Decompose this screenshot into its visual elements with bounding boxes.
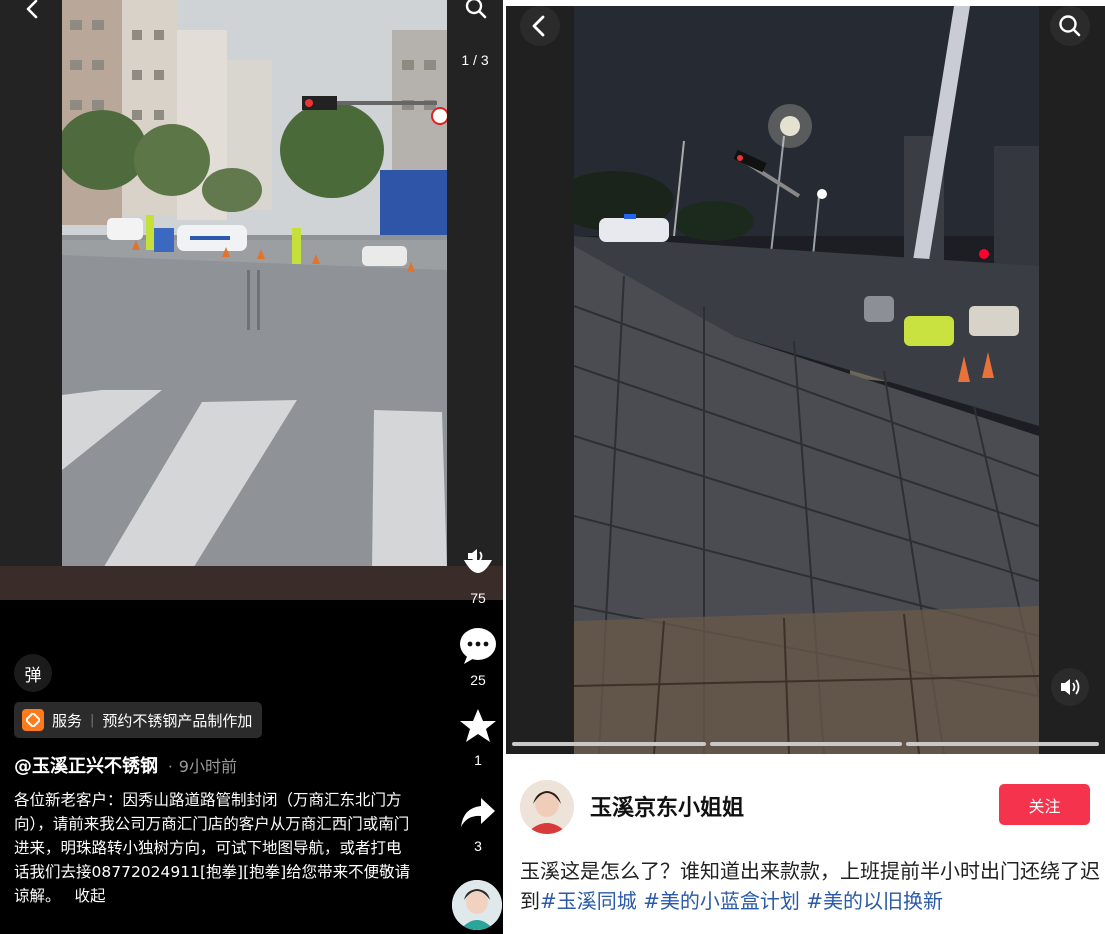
search-icon bbox=[1049, 5, 1091, 51]
chevron-left-icon bbox=[519, 5, 561, 51]
author-row: @玉溪正兴不锈钢 · 9小时前 bbox=[14, 752, 237, 778]
star-icon bbox=[459, 708, 497, 748]
progress-segment-1 bbox=[512, 742, 706, 746]
separator-dot: · bbox=[168, 758, 173, 776]
right-gutter bbox=[447, 0, 503, 570]
progress-segment-2 bbox=[710, 742, 902, 746]
author-name[interactable]: @玉溪正兴不锈钢 bbox=[14, 752, 158, 778]
service-label: 服务 bbox=[52, 711, 83, 730]
service-icon bbox=[22, 709, 44, 731]
next-post-peek bbox=[0, 566, 503, 600]
comment-icon bbox=[458, 626, 498, 668]
share-count: 3 bbox=[474, 838, 482, 854]
author-avatar[interactable] bbox=[452, 880, 502, 930]
favorite-action[interactable]: 1 bbox=[447, 708, 503, 768]
like-action[interactable]: 75 bbox=[447, 560, 503, 606]
progress-segment-3 bbox=[906, 742, 1099, 746]
post-time: 9小时前 bbox=[178, 757, 237, 776]
comment-count: 25 bbox=[470, 672, 486, 688]
search-button[interactable] bbox=[455, 0, 497, 31]
left-post-panel: 1 / 3 75 25 1 3 弹 服务 | 预约不锈钢产品制作加 @玉溪正兴不… bbox=[0, 0, 503, 934]
chevron-left-icon bbox=[22, 0, 44, 24]
video-player-night-street[interactable] bbox=[574, 6, 1039, 754]
danmu-toggle-button[interactable]: 弹 bbox=[14, 654, 52, 692]
search-button[interactable] bbox=[1049, 5, 1091, 51]
hashtag-link[interactable]: #玉溪同城 bbox=[540, 889, 637, 913]
right-post-panel: 玉溪京东小姐姐 关注 玉溪这是怎么了？谁知道出来款款，上班提前半小时出门还绕了迟… bbox=[506, 0, 1105, 934]
post-photo-street-roadblock[interactable] bbox=[62, 0, 447, 570]
back-button[interactable] bbox=[519, 5, 561, 51]
favorite-count: 1 bbox=[474, 752, 482, 768]
post-caption: 玉溪这是怎么了？谁知道出来款款，上班提前半小时出门还绕了迟到#玉溪同城 #美的小… bbox=[520, 856, 1100, 916]
follow-button[interactable]: 关注 bbox=[999, 784, 1090, 825]
left-gutter bbox=[0, 0, 62, 570]
speaker-icon bbox=[1049, 666, 1091, 712]
comment-action[interactable]: 25 bbox=[447, 626, 503, 688]
back-button[interactable] bbox=[12, 0, 54, 32]
author-avatar[interactable] bbox=[520, 780, 574, 834]
share-icon bbox=[459, 796, 497, 834]
description-text: 各位新老客户：因秀山路道路管制封闭（万商汇东北门方向），请前来我公司万商汇门店的… bbox=[14, 791, 411, 905]
hashtag-link[interactable]: #美的小蓝盒计划 bbox=[637, 889, 800, 913]
service-link[interactable]: 服务 | 预约不锈钢产品制作加 bbox=[14, 702, 263, 738]
service-text: 预约不锈钢产品制作加 bbox=[102, 711, 253, 730]
collapse-link[interactable]: 收起 bbox=[75, 887, 106, 905]
author-name[interactable]: 玉溪京东小姐姐 bbox=[590, 790, 744, 822]
post-description: 各位新老客户：因秀山路道路管制封闭（万商汇东北门方向），请前来我公司万商汇门店的… bbox=[14, 788, 414, 908]
image-page-indicator: 1 / 3 bbox=[461, 52, 489, 68]
heart-icon bbox=[460, 560, 496, 586]
search-icon bbox=[465, 0, 487, 23]
divider: | bbox=[90, 712, 95, 728]
share-action[interactable]: 3 bbox=[447, 796, 503, 854]
sound-button[interactable] bbox=[1049, 668, 1091, 710]
hashtag-link[interactable]: #美的以旧换新 bbox=[800, 889, 943, 913]
like-count: 75 bbox=[470, 590, 486, 606]
